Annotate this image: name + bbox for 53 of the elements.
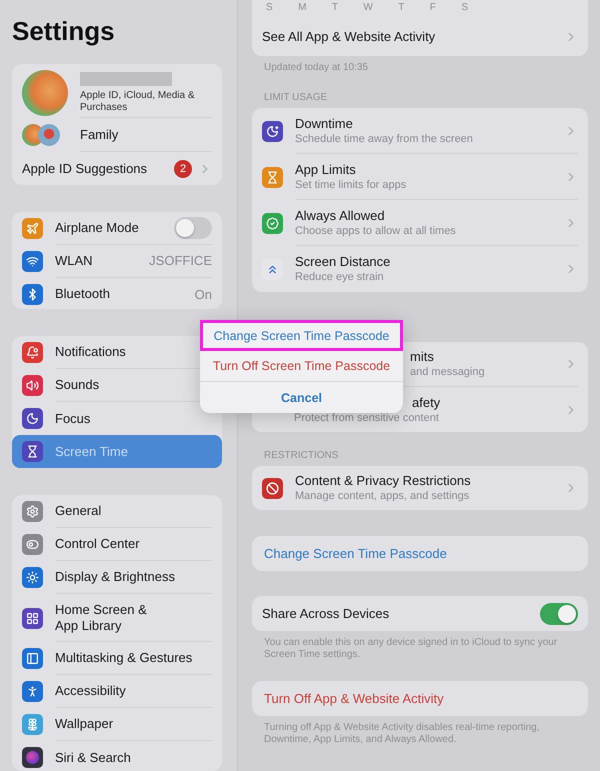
- weekday-label: M: [298, 2, 306, 13]
- limit-row[interactable]: App Limits Set time limits for apps: [252, 154, 588, 200]
- popover-action[interactable]: Cancel: [200, 382, 403, 413]
- weekday-label: S: [461, 2, 468, 13]
- weekday-label: F: [430, 2, 436, 13]
- limit-row[interactable]: Downtime Schedule time away from the screen: [252, 108, 588, 154]
- sidebar-item[interactable]: Siri & Search: [55, 750, 131, 766]
- account-row[interactable]: Apple ID, iCloud, Media & Purchases: [12, 64, 222, 118]
- sidebar-item[interactable]: Control Center: [55, 536, 140, 552]
- sidebar-item[interactable]: Focus: [55, 410, 90, 427]
- limit-row[interactable]: Always Allowed Choose apps to allow at all times: [252, 200, 588, 246]
- sidebar-item[interactable]: Display & Brightness: [55, 569, 175, 586]
- sidebar-item[interactable]: Airplane Mode: [55, 220, 139, 236]
- sidebar-item[interactable]: Bluetooth: [55, 286, 110, 302]
- limit-row[interactable]: Screen Distance Reduce eye strain: [252, 246, 588, 292]
- weekday-label: T: [398, 2, 404, 13]
- row-subtitle: Protect from sensitive content: [294, 410, 439, 424]
- section-header: LIMIT USAGE: [263, 91, 328, 105]
- count-badge: 2: [174, 160, 192, 178]
- sidebar-item[interactable]: Sounds: [55, 377, 100, 394]
- sidebar-item[interactable]: Home Screen & App Library: [55, 602, 155, 634]
- weekday-label: T: [332, 2, 338, 13]
- row-title[interactable]: mits: [410, 349, 434, 365]
- sidebar-item[interactable]: Accessibility: [55, 683, 126, 700]
- avatar-icon: [22, 70, 68, 116]
- account-subtitle: Apple ID, iCloud, Media & Purchases: [80, 90, 196, 114]
- updated-note: Updated today at 10:35: [263, 61, 369, 74]
- settings-title: Settings: [12, 16, 116, 47]
- section-header: RESTRICTIONS: [263, 449, 340, 463]
- restrictions-row[interactable]: Content & Privacy Restrictions Manage content, apps, and settings: [252, 466, 588, 510]
- family-label[interactable]: Family: [80, 126, 212, 142]
- sidebar-item[interactable]: General: [55, 503, 102, 520]
- row-title[interactable]: afety: [412, 394, 440, 410]
- toggle-switch[interactable]: [540, 602, 578, 624]
- weekday-label: S: [266, 2, 273, 13]
- share-note: You can enable this on any device signed in to iCloud to sync your Screen Time settings.: [263, 636, 558, 661]
- suggestions-label[interactable]: Apple ID Suggestions: [22, 161, 168, 177]
- sidebar-item[interactable]: Wallpaper: [55, 716, 114, 732]
- ban-icon: [262, 478, 283, 498]
- turn-off-link[interactable]: Turn Off App & Website Activity: [252, 681, 588, 716]
- share-label: Share Across Devices: [262, 606, 390, 622]
- weekday-label: W: [363, 2, 373, 13]
- sidebar-item[interactable]: Multitasking & Gestures: [55, 650, 192, 666]
- popover-action[interactable]: Change Screen Time Passcode: [200, 320, 403, 351]
- sidebar-item[interactable]: WLAN: [55, 252, 93, 269]
- popover-action[interactable]: Turn Off Screen Time Passcode: [200, 351, 403, 382]
- setting-value: On: [194, 286, 212, 302]
- sidebar-item[interactable]: Notifications: [55, 344, 126, 360]
- toggle-switch[interactable]: [174, 216, 212, 239]
- row-subtitle: and messaging: [410, 365, 485, 379]
- turn-off-note: Turning off App & Website Activity disables real-time reporting, Downtime, App Limits, and Always Allowed.: [263, 721, 541, 746]
- setting-value: JSOFFICE: [149, 253, 212, 268]
- see-all-row[interactable]: See All App & Website Activity: [252, 14, 588, 56]
